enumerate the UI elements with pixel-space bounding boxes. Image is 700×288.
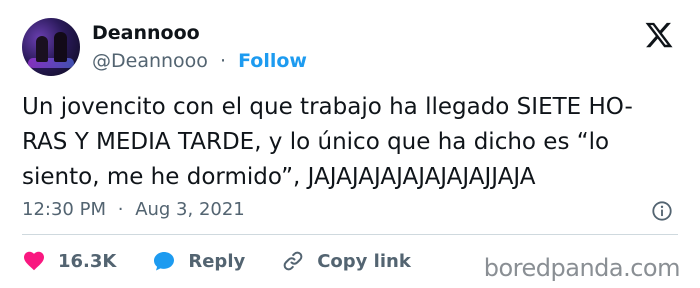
avatar-stage-light <box>28 58 74 68</box>
info-icon[interactable] <box>651 200 673 222</box>
copy-link-label: Copy link <box>317 250 411 272</box>
likes-count: 16.3K <box>58 250 117 272</box>
handle-row: @Deannooo · Follow <box>92 50 307 72</box>
separator: · <box>117 199 124 220</box>
author-handle[interactable]: @Deannooo <box>92 50 208 72</box>
timestamp[interactable]: 12:30 PM · Aug 3, 2021 <box>22 199 245 220</box>
tweet-time: 12:30 PM <box>22 199 106 220</box>
avatar-figure <box>36 36 48 62</box>
like-button[interactable]: 16.3K <box>22 249 116 273</box>
tweet-text-line: siento, me he dormido”, JAJAJAJAJAJAJAJA… <box>22 164 536 190</box>
action-bar: 16.3K Reply Copy link <box>22 246 447 276</box>
watermark: boredpanda.com <box>483 254 681 282</box>
reply-button[interactable]: Reply <box>152 249 245 273</box>
follow-button[interactable]: Follow <box>238 50 307 72</box>
reply-label: Reply <box>188 250 246 272</box>
divider <box>22 234 678 235</box>
tweet-text-line: RAS Y MEDIA TARDE, y lo único que ha dic… <box>22 129 610 155</box>
author-name[interactable]: Deannooo <box>92 22 200 44</box>
heart-icon <box>24 251 44 271</box>
link-icon <box>283 251 303 271</box>
separator: · <box>219 50 227 72</box>
tweet-text: Un jovencito con el que trabajo ha llega… <box>22 90 684 195</box>
copy-link-button[interactable]: Copy link <box>281 249 411 273</box>
tweet-date: Aug 3, 2021 <box>135 199 245 220</box>
avatar-figure <box>54 32 67 62</box>
tweet-text-line: Un jovencito con el que trabajo ha llega… <box>22 94 633 120</box>
avatar[interactable] <box>22 18 80 76</box>
x-logo-icon[interactable] <box>644 20 674 50</box>
speech-bubble-icon <box>154 252 175 271</box>
